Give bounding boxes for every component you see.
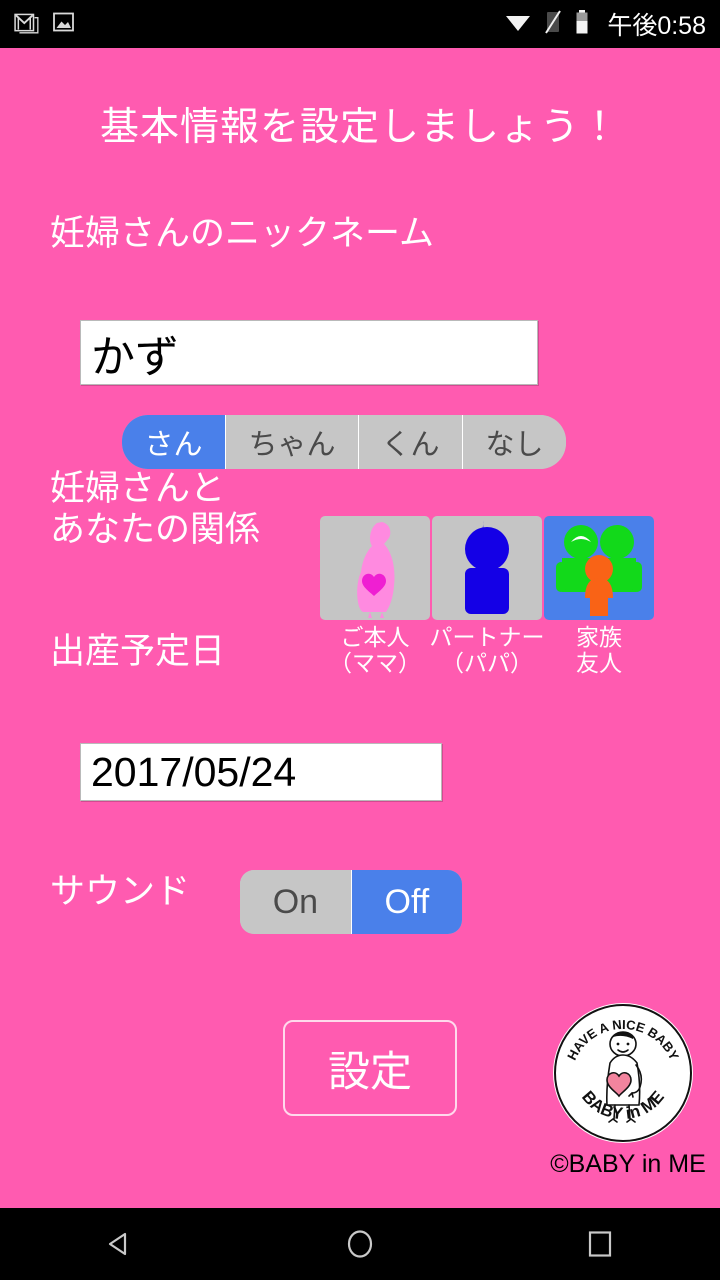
page-title: 基本情報を設定しましょう！ [99, 106, 620, 149]
wifi-icon [504, 10, 532, 39]
nickname-input[interactable]: かず [80, 320, 538, 385]
relationship-option-partner[interactable]: パートナー （パパ） [429, 516, 545, 677]
status-bar-clock: 午後0:58 [607, 12, 706, 40]
gmail-icon [14, 9, 40, 40]
android-navigation-bar [0, 1208, 720, 1280]
relationship-caption-family: 家族 友人 [576, 624, 622, 677]
sound-option-off[interactable]: Off [351, 870, 462, 934]
relationship-caption-partner: パートナー （パパ） [429, 624, 545, 677]
status-bar-system-icons: 午後0:58 [504, 6, 706, 42]
photo-icon [52, 10, 76, 39]
app-screen: 午後0:58 基本情報を設定しましょう！ 妊婦さんのニックネーム かず さん ち… [0, 0, 720, 1280]
relationship-label: 妊婦さんと あなたの関係 [50, 469, 261, 550]
recents-icon[interactable] [555, 1208, 645, 1280]
sound-option-on[interactable]: On [240, 870, 352, 934]
battery-icon [574, 9, 590, 40]
logo-caption: ©BABY in ME [550, 1150, 706, 1178]
honorific-option-san[interactable]: さん [122, 415, 226, 469]
baby-in-me-logo: HAVE A NICE BABY BABY in ME [553, 1003, 693, 1143]
honorific-option-nashi[interactable]: なし [463, 415, 566, 469]
relationship-options: ご本人 （ママ） パートナー （パパ） 家族 友人 [320, 516, 654, 677]
honorific-option-kun[interactable]: くん [359, 415, 463, 469]
no-signal-icon [543, 9, 563, 40]
sound-segmented-control[interactable]: On Off [240, 870, 462, 934]
back-icon[interactable] [75, 1208, 165, 1280]
status-bar: 午後0:58 [0, 0, 720, 48]
relationship-caption-self: ご本人 （ママ） [329, 624, 421, 677]
relationship-option-family[interactable]: 家族 友人 [544, 516, 654, 677]
sound-label: サウンド [50, 872, 191, 911]
relationship-option-self[interactable]: ご本人 （ママ） [320, 516, 430, 677]
duedate-label: 出産予定日 [50, 632, 226, 671]
honorific-segmented-control[interactable]: さん ちゃん くん なし [122, 415, 566, 469]
home-icon[interactable] [315, 1208, 405, 1280]
pregnant-woman-icon [320, 516, 430, 620]
status-bar-notifications [14, 9, 76, 40]
set-button[interactable]: 設定 [283, 1020, 457, 1116]
nickname-label: 妊婦さんのニックネーム [50, 214, 434, 253]
settings-form: 基本情報を設定しましょう！ 妊婦さんのニックネーム かず さん ちゃん くん な… [0, 48, 720, 1208]
partner-person-icon [432, 516, 542, 620]
duedate-input[interactable]: 2017/05/24 [80, 743, 442, 801]
honorific-option-chan[interactable]: ちゃん [226, 415, 359, 469]
family-group-icon [544, 516, 654, 620]
